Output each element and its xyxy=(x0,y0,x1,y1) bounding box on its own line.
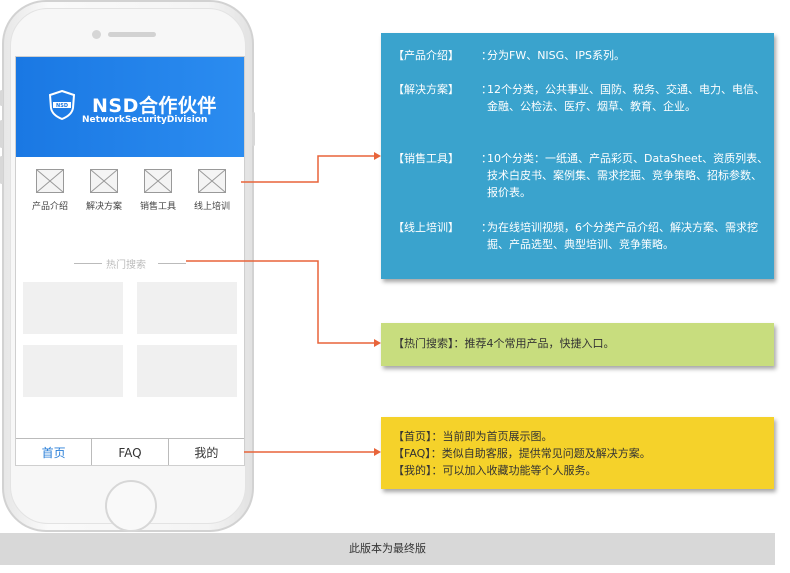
version-footer: 此版本为最终版 xyxy=(0,533,775,565)
note-text: 为在线培训视频，6个分类产品介绍、解决方案、需求挖掘、产品选型、典型培训、竞争策… xyxy=(487,221,758,251)
note-home: 【首页】：当前即为首页展示图。 xyxy=(393,430,553,443)
tabs-annotation-box: 【首页】：当前即为首页展示图。 【FAQ】：类似自助客服，提供常见问题及解决方案… xyxy=(381,417,774,489)
hot-search-annotation-box: 【热门搜索】：推荐4个常用产品，快捷入口。 xyxy=(381,323,774,366)
note-key: 【解决方案】 xyxy=(393,83,459,96)
connector-hot-search-arrow xyxy=(374,339,381,347)
note-key: 【产品介绍】 xyxy=(393,49,459,62)
note-key: 【销售工具】 xyxy=(393,152,459,165)
connector-menu xyxy=(241,155,378,183)
note-text: 10个分类：一纸通、产品彩页、DataSheet、资质列表、技术白皮书、案例集、… xyxy=(487,152,769,199)
note-key: 【线上培训】 xyxy=(393,221,459,234)
hot-search-note: 【热门搜索】：推荐4个常用产品，快捷入口。 xyxy=(393,337,615,350)
note-faq: 【FAQ】：类似自助客服，提供常见问题及解决方案。 xyxy=(393,447,651,460)
note-text: 分为FW、NISG、IPS系列。 xyxy=(487,49,626,62)
menu-annotation-box: 【产品介绍】 ： 分为FW、NISG、IPS系列。 【解决方案】 ： 12个分类… xyxy=(381,33,774,279)
connector-menu-arrow xyxy=(374,152,381,160)
note-mine: 【我的】：可以加入收藏功能等个人服务。 xyxy=(393,464,597,477)
connector-hot-search xyxy=(186,260,378,344)
note-text: 12个分类，公共事业、国防、税务、交通、电力、电信、金融、公检法、医疗、烟草、教… xyxy=(487,83,765,113)
connector-tabs-arrow xyxy=(374,448,381,456)
